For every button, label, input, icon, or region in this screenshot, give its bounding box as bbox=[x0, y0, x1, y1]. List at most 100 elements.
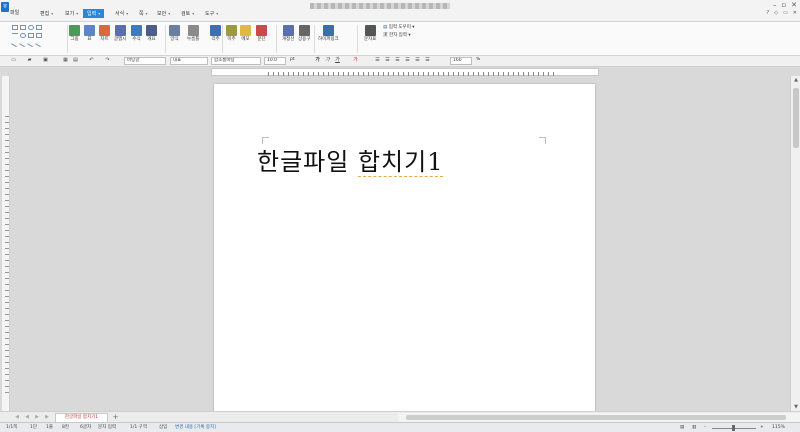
ribbon-button-label: 메모 bbox=[241, 37, 250, 42]
vertical-ruler[interactable] bbox=[2, 76, 10, 411]
page-view-icon[interactable]: ▥ bbox=[692, 425, 696, 431]
ribbon-button-1[interactable]: 표 bbox=[84, 25, 95, 42]
help-icon[interactable]: ? bbox=[767, 10, 770, 16]
chevron-down-icon: ▾ bbox=[126, 11, 129, 16]
zoom-value: 160 bbox=[453, 58, 462, 63]
input-helper-label: 입력 도우미 bbox=[388, 25, 411, 30]
view-mode-icon[interactable]: ▤ bbox=[680, 425, 684, 431]
undo-icon[interactable]: ↶ bbox=[88, 57, 95, 64]
close-doc-icon[interactable]: ✕ bbox=[793, 10, 797, 16]
status-item[interactable]: 1/1쪽 bbox=[6, 425, 17, 431]
ribbon-button-11[interactable]: 문단 bbox=[256, 25, 267, 42]
new-document-icon[interactable]: ▭ bbox=[10, 57, 17, 64]
horizontal-scrollbar[interactable] bbox=[398, 413, 800, 422]
status-item[interactable]: 삽입 bbox=[159, 425, 167, 431]
scroll-up-icon[interactable]: ▲ bbox=[791, 76, 800, 84]
preview-icon[interactable]: ▤ bbox=[72, 57, 79, 64]
status-item[interactable]: 1줄 bbox=[46, 425, 53, 431]
document-text[interactable]: 한글파일 합치기1 bbox=[257, 142, 444, 177]
track-changes-status[interactable]: 변경 내용 [기록 중지] bbox=[175, 425, 216, 431]
ribbon-button-2[interactable]: 차트 bbox=[99, 25, 110, 42]
status-item[interactable]: 문자 입력 bbox=[98, 425, 116, 431]
align-distribute-icon[interactable]: ☰ bbox=[414, 57, 421, 64]
status-bar: 1/1쪽 1단 1줄 8칸 6글자 문자 입력 1/1 구역 삽입 변경 내용 [기록 중지]… bbox=[0, 422, 800, 432]
status-item[interactable]: 1/1 구역 bbox=[130, 425, 147, 431]
tab-next-icon[interactable]: ▶ bbox=[34, 414, 40, 421]
ribbon-button-3[interactable]: 글맵시 bbox=[114, 25, 126, 42]
scroll-thumb[interactable] bbox=[793, 88, 799, 148]
ribbon-button-15[interactable]: 문자표 bbox=[364, 25, 376, 42]
crop-mark bbox=[539, 137, 546, 144]
menu-label: 쪽 bbox=[139, 11, 144, 17]
zoom-level[interactable]: 115% bbox=[772, 425, 785, 431]
ribbon-icon-11 bbox=[256, 25, 267, 36]
italic-icon[interactable]: 가 bbox=[324, 57, 331, 64]
menu-7[interactable]: 검토 ▾ bbox=[177, 9, 198, 18]
align-split-icon[interactable]: ☰ bbox=[424, 57, 431, 64]
menu-2[interactable]: 보기 ▾ bbox=[61, 9, 82, 18]
maximize-icon[interactable]: ▫ bbox=[781, 1, 786, 9]
menu-3[interactable]: 입력 ▾ bbox=[83, 9, 105, 18]
ribbon-button-12[interactable]: 개정선 bbox=[282, 25, 294, 42]
ribbon-icon-4 bbox=[131, 25, 142, 36]
ribbon-icon-13 bbox=[298, 25, 310, 36]
ribbon-button-5[interactable]: 개요 bbox=[146, 25, 157, 42]
align-left-icon[interactable]: ☰ bbox=[384, 57, 391, 64]
scroll-down-icon[interactable]: ▼ bbox=[791, 403, 800, 411]
shape-gallery[interactable] bbox=[11, 25, 68, 52]
menu-0[interactable]: 파일 bbox=[6, 9, 23, 18]
zoom-in-icon[interactable]: + bbox=[760, 425, 764, 431]
menu-8[interactable]: 도구 ▾ bbox=[201, 9, 222, 18]
font-select[interactable]: 함초롬바탕 bbox=[211, 57, 261, 65]
status-item[interactable]: 6글자 bbox=[80, 425, 91, 431]
tab-last-icon[interactable]: ▶ bbox=[44, 414, 50, 421]
ribbon-button-6[interactable]: 양식 bbox=[169, 25, 180, 42]
font-size-input[interactable]: 10.0 bbox=[264, 57, 286, 65]
align-right-icon[interactable]: ☰ bbox=[404, 57, 411, 64]
save-icon[interactable]: ▣ bbox=[42, 57, 49, 64]
underline-icon[interactable]: 가 bbox=[334, 57, 341, 64]
zoom-slider-knob[interactable] bbox=[732, 425, 735, 431]
ribbon-button-10[interactable]: 메모 bbox=[240, 25, 251, 42]
ribbon-button-14[interactable]: 하이퍼링크 bbox=[318, 25, 339, 42]
align-justify-icon[interactable]: ☰ bbox=[374, 57, 381, 64]
print-icon[interactable]: ▦ bbox=[62, 57, 69, 64]
ribbon-button-9[interactable]: 미주 bbox=[226, 25, 237, 42]
tab-prev-icon[interactable]: ◀ bbox=[24, 414, 30, 421]
bold-icon[interactable]: 가 bbox=[314, 57, 321, 64]
zoom-input[interactable]: 160 bbox=[450, 57, 472, 65]
status-item[interactable]: 1단 bbox=[30, 425, 37, 431]
menu-5[interactable]: 쪽 ▾ bbox=[135, 9, 152, 18]
hanja-input-menu[interactable]: 漢 한자 입력 ▾ bbox=[383, 33, 411, 39]
status-item[interactable]: 8칸 bbox=[62, 425, 69, 431]
close-icon[interactable]: ✕ bbox=[791, 1, 797, 9]
font-unit[interactable]: pt bbox=[288, 57, 302, 65]
document-tab-bar: ◀ ◀ ▶ ▶ 한글파일 합치기1 + bbox=[0, 411, 800, 422]
menu-6[interactable]: 보안 ▾ bbox=[153, 9, 174, 18]
input-helper-menu[interactable]: ▤ 입력 도우미 ▾ bbox=[383, 25, 415, 31]
minimize-icon[interactable]: – bbox=[773, 1, 777, 9]
horizontal-ruler[interactable] bbox=[211, 68, 599, 76]
font-color-icon[interactable]: 가 bbox=[352, 57, 359, 64]
add-tab-button[interactable]: + bbox=[111, 413, 120, 422]
language-select[interactable]: 대표 bbox=[170, 57, 208, 65]
style-select[interactable]: 바탕글 bbox=[124, 57, 166, 65]
zoom-out-icon[interactable]: – bbox=[704, 425, 706, 431]
document-tab[interactable]: 한글파일 합치기1 bbox=[55, 413, 108, 422]
ribbon-button-13[interactable]: 상용구 bbox=[298, 25, 310, 42]
menu-1[interactable]: 편집 ▾ bbox=[36, 9, 57, 18]
ribbon-toggle-icon[interactable]: ◇ bbox=[774, 10, 778, 16]
open-folder-icon[interactable]: ▰ bbox=[26, 57, 33, 64]
redo-icon[interactable]: ↷ bbox=[104, 57, 111, 64]
menu-4[interactable]: 서식 ▾ bbox=[111, 9, 132, 18]
ribbon-button-8[interactable]: 각주 bbox=[210, 25, 221, 42]
ribbon-button-0[interactable]: 그림 bbox=[69, 25, 80, 42]
hscroll-thumb[interactable] bbox=[406, 415, 786, 420]
ribbon-button-7[interactable]: 누름틀 bbox=[187, 25, 199, 42]
document-page[interactable]: 한글파일 합치기1 bbox=[214, 84, 595, 414]
ribbon-button-4[interactable]: 수식 bbox=[131, 25, 142, 42]
align-center-icon[interactable]: ☰ bbox=[394, 57, 401, 64]
vertical-scrollbar[interactable]: ▲ ▼ bbox=[790, 76, 800, 411]
tab-first-icon[interactable]: ◀ bbox=[14, 414, 20, 421]
restore-doc-icon[interactable]: ▭ bbox=[783, 10, 788, 16]
